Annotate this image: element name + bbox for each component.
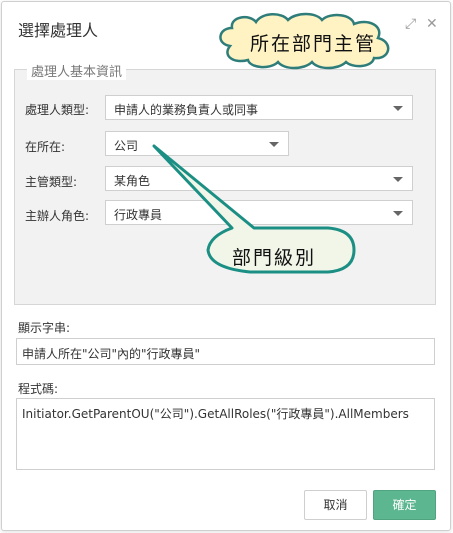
location-value: 公司 — [114, 139, 139, 153]
program-code-label: 程式碼: — [18, 382, 59, 396]
ok-button[interactable]: 確定 — [373, 490, 436, 520]
manager-type-label: 主管類型: — [25, 175, 78, 189]
chevron-down-icon — [393, 211, 403, 216]
close-icon[interactable]: ✕ — [426, 17, 438, 31]
location-label: 在所在: — [25, 140, 66, 154]
chevron-down-icon — [393, 106, 403, 111]
manager-type-value: 某角色 — [114, 174, 151, 188]
handler-type-label: 處理人類型: — [25, 103, 90, 117]
expand-icon[interactable]: ⤢ — [405, 17, 416, 31]
bubble-callout-text: 部門級別 — [232, 247, 317, 269]
cloud-callout-text: 所在部門主管 — [250, 33, 377, 55]
handler-type-value: 申請人的業務負責人或同事 — [114, 103, 259, 117]
display-string-label: 顯示字串: — [18, 321, 71, 335]
handler-type-select[interactable]: 申請人的業務負責人或同事 — [105, 95, 413, 120]
display-string-input[interactable]: 申請人所在"公司"內的"行政專員" — [16, 338, 435, 365]
program-code-textarea[interactable]: Initiator.GetParentOU("公司").GetAllRoles(… — [16, 398, 435, 470]
organizer-role-label: 主辦人角色: — [25, 209, 90, 223]
chevron-down-icon — [393, 177, 403, 182]
group-legend: 處理人基本資訊 — [27, 61, 127, 80]
cancel-button[interactable]: 取消 — [304, 490, 367, 520]
dialog-title: 選擇處理人 — [18, 21, 99, 40]
